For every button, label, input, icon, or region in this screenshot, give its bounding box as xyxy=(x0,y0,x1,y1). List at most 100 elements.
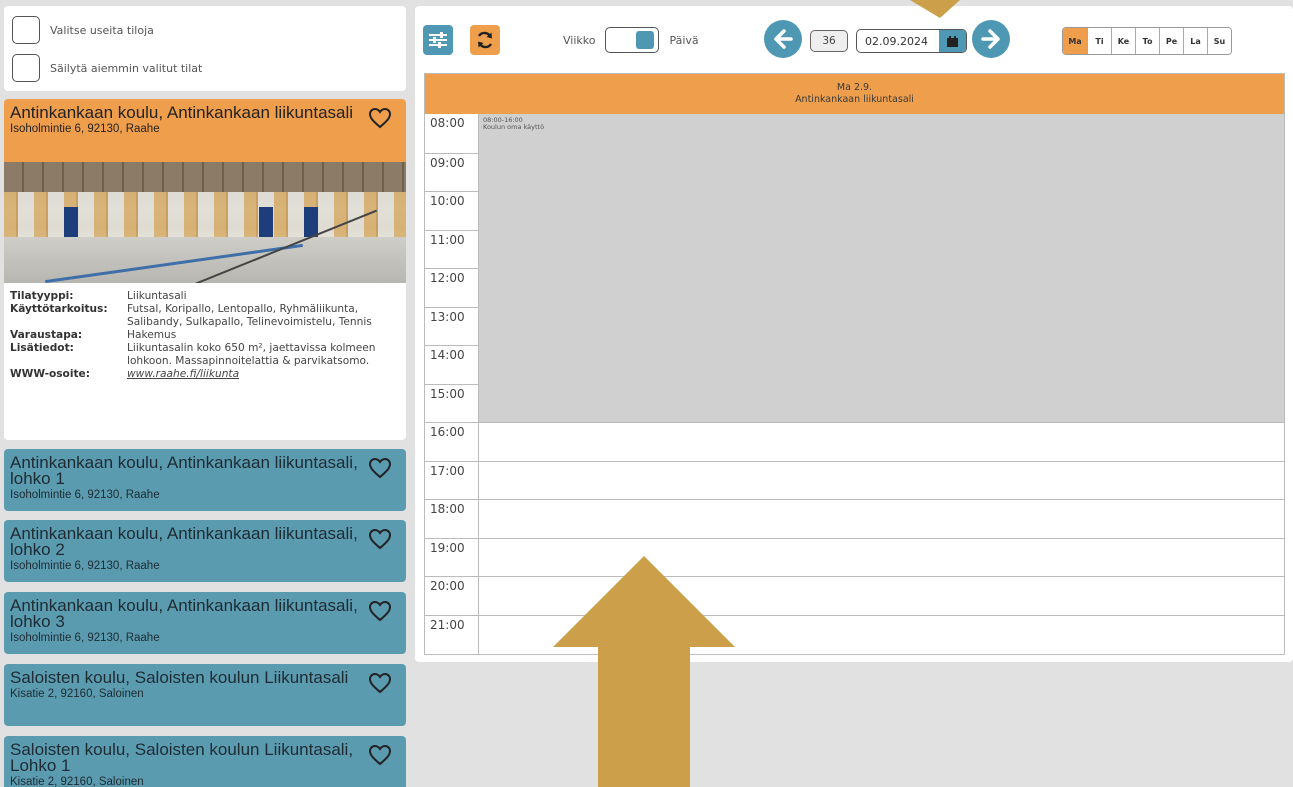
day-button-pe[interactable]: Pe xyxy=(1159,28,1183,54)
detail-label: WWW-osoite: xyxy=(10,368,90,380)
week-day-switch[interactable] xyxy=(605,27,660,53)
calendar-header-day: Ma 2.9. xyxy=(836,82,873,93)
venue-address: Kisatie 2, 92160, Saloinen xyxy=(10,776,144,787)
detail-label: Varaustapa: xyxy=(10,329,83,341)
favorite-heart-icon[interactable] xyxy=(368,528,392,550)
weekday-selector: Ma Ti Ke To Pe La Su xyxy=(1062,27,1232,55)
hour-label: 08:00 xyxy=(430,116,465,130)
detail-label: Käyttötarkoitus: xyxy=(10,303,108,315)
week-view-label: Viikko xyxy=(563,33,596,47)
detail-value: Hakemus xyxy=(127,329,177,341)
venue-card[interactable]: Saloisten koulu, Saloisten koulun Liikun… xyxy=(4,664,406,726)
hour-label: 21:00 xyxy=(425,614,479,654)
venue-details: Tilatyyppi: Liikuntasali Käyttötarkoitus… xyxy=(4,283,406,381)
filter-button[interactable] xyxy=(423,25,453,55)
hour-label: 16:00 xyxy=(425,422,479,461)
highlight-arrow-top-icon xyxy=(910,0,960,18)
detail-row-type: Tilatyyppi: Liikuntasali xyxy=(10,290,400,303)
keep-selected-checkbox[interactable] xyxy=(12,54,40,82)
detail-value: Liikuntasalin koko 650 m², jaettavissa k… xyxy=(127,342,376,367)
favorite-heart-icon[interactable] xyxy=(368,672,392,694)
favorite-heart-icon[interactable] xyxy=(368,457,392,479)
calendar-header-venue: Antinkankaan liikuntasali xyxy=(795,94,914,105)
refresh-icon xyxy=(477,31,493,49)
hour-label: 12:00 xyxy=(425,268,479,307)
venue-card[interactable]: Antinkankaan koulu, Antinkankaan liikunt… xyxy=(4,592,406,654)
keep-selected-option[interactable]: Säilytä aiemmin valitut tilat xyxy=(12,54,202,82)
venue-address: Kisatie 2, 92160, Saloinen xyxy=(10,688,144,700)
venue-title: Saloisten koulu, Saloisten koulun Liikun… xyxy=(10,740,354,775)
previous-button[interactable] xyxy=(764,20,802,58)
hour-label: 10:00 xyxy=(425,191,479,230)
hour-column: 08:00 09:00 10:00 11:00 12:00 13:00 14:0… xyxy=(425,114,479,653)
venue-address: Isoholmintie 6, 92130, Raahe xyxy=(10,489,160,501)
calendar-header: Ma 2.9. Antinkankaan liikuntasali xyxy=(425,74,1284,114)
multi-select-checkbox[interactable] xyxy=(12,16,40,44)
time-slot[interactable] xyxy=(479,499,1284,538)
detail-value: Futsal, Koripallo, Lentopallo, Ryhmäliik… xyxy=(127,303,372,328)
day-button-to[interactable]: To xyxy=(1135,28,1159,54)
time-slot[interactable] xyxy=(479,422,1284,461)
day-button-ti[interactable]: Ti xyxy=(1087,28,1111,54)
venue-address: Isoholmintie 6, 92130, Raahe xyxy=(10,632,160,644)
multi-select-label: Valitse useita tiloja xyxy=(50,23,154,37)
sliders-icon xyxy=(429,32,447,48)
detail-row-www: WWW-osoite: www.raahe.fi/liikunta xyxy=(10,368,400,381)
booking-time: 08:00-16:00 xyxy=(483,116,523,124)
booking-block[interactable]: 08:00-16:00 Koulun oma käyttö xyxy=(479,114,1284,422)
detail-row-extra: Lisätiedot: Liikuntasalin koko 650 m², j… xyxy=(10,342,400,368)
venue-title: Saloisten koulu, Saloisten koulun Liikun… xyxy=(10,668,349,687)
detail-row-booking: Varaustapa: Hakemus xyxy=(10,329,400,342)
day-button-su[interactable]: Su xyxy=(1207,28,1231,54)
venue-title: Antinkankaan koulu, Antinkankaan liikunt… xyxy=(10,103,354,122)
favorite-heart-icon[interactable] xyxy=(368,600,392,622)
day-button-ma[interactable]: Ma xyxy=(1063,28,1087,54)
calendar-panel: Viikko Päivä 36 02.09.2024 Ma Ti Ke To P… xyxy=(415,6,1293,662)
arrow-left-icon xyxy=(774,29,793,49)
hour-label: 20:00 xyxy=(425,576,479,615)
arrow-right-icon xyxy=(981,29,1000,49)
hour-label: 15:00 xyxy=(425,383,479,423)
www-link[interactable]: www.raahe.fi/liikunta xyxy=(127,368,400,381)
next-button[interactable] xyxy=(972,20,1010,58)
hour-label: 19:00 xyxy=(425,537,479,577)
selected-venue-header[interactable]: Antinkankaan koulu, Antinkankaan liikunt… xyxy=(4,99,406,162)
detail-label: Tilatyyppi: xyxy=(10,290,74,302)
day-button-la[interactable]: La xyxy=(1183,28,1207,54)
favorite-heart-icon[interactable] xyxy=(368,744,392,766)
calendar-icon[interactable] xyxy=(939,30,966,52)
favorite-heart-icon[interactable] xyxy=(368,107,392,129)
venue-card[interactable]: Antinkankaan koulu, Antinkankaan liikunt… xyxy=(4,449,406,511)
venue-address: Isoholmintie 6, 92130, Raahe xyxy=(10,560,160,572)
hour-label: 17:00 xyxy=(425,460,479,500)
hour-label: 14:00 xyxy=(425,345,479,384)
hour-label: 09:00 xyxy=(425,152,479,192)
day-view-label: Päivä xyxy=(669,33,699,47)
date-input[interactable]: 02.09.2024 xyxy=(856,29,967,53)
venue-title: Antinkankaan koulu, Antinkankaan liikunt… xyxy=(10,453,358,488)
refresh-button[interactable] xyxy=(470,25,500,55)
venue-address: Isoholmintie 6, 92130, Raahe xyxy=(10,123,160,135)
date-value: 02.09.2024 xyxy=(865,34,928,48)
hour-label: 13:00 xyxy=(425,306,479,346)
day-button-ke[interactable]: Ke xyxy=(1111,28,1135,54)
venue-title: Antinkankaan koulu, Antinkankaan liikunt… xyxy=(10,596,358,631)
booking-label: Koulun oma käyttö xyxy=(483,123,545,131)
venue-card[interactable]: Antinkankaan koulu, Antinkankaan liikunt… xyxy=(4,520,406,582)
time-slot[interactable] xyxy=(479,460,1284,500)
detail-value: Liikuntasali xyxy=(127,290,187,302)
selected-venue-card[interactable]: Antinkankaan koulu, Antinkankaan liikunt… xyxy=(4,99,406,440)
week-number: 36 xyxy=(810,30,848,52)
highlight-arrow-icon xyxy=(553,556,735,787)
keep-selected-label: Säilytä aiemmin valitut tilat xyxy=(50,61,203,75)
venue-card[interactable]: Saloisten koulu, Saloisten koulun Liikun… xyxy=(4,736,406,787)
hour-label: 18:00 xyxy=(425,499,479,538)
venue-sidebar: Valitse useita tiloja Säilytä aiemmin va… xyxy=(0,0,407,787)
options-panel: Valitse useita tiloja Säilytä aiemmin va… xyxy=(4,6,406,91)
venue-photo xyxy=(4,162,406,283)
hour-label: 11:00 xyxy=(425,229,479,269)
detail-label: Lisätiedot: xyxy=(10,342,74,354)
view-toggle: Viikko Päivä xyxy=(563,27,699,53)
multi-select-option[interactable]: Valitse useita tiloja xyxy=(12,16,154,44)
venue-title: Antinkankaan koulu, Antinkankaan liikunt… xyxy=(10,524,358,559)
